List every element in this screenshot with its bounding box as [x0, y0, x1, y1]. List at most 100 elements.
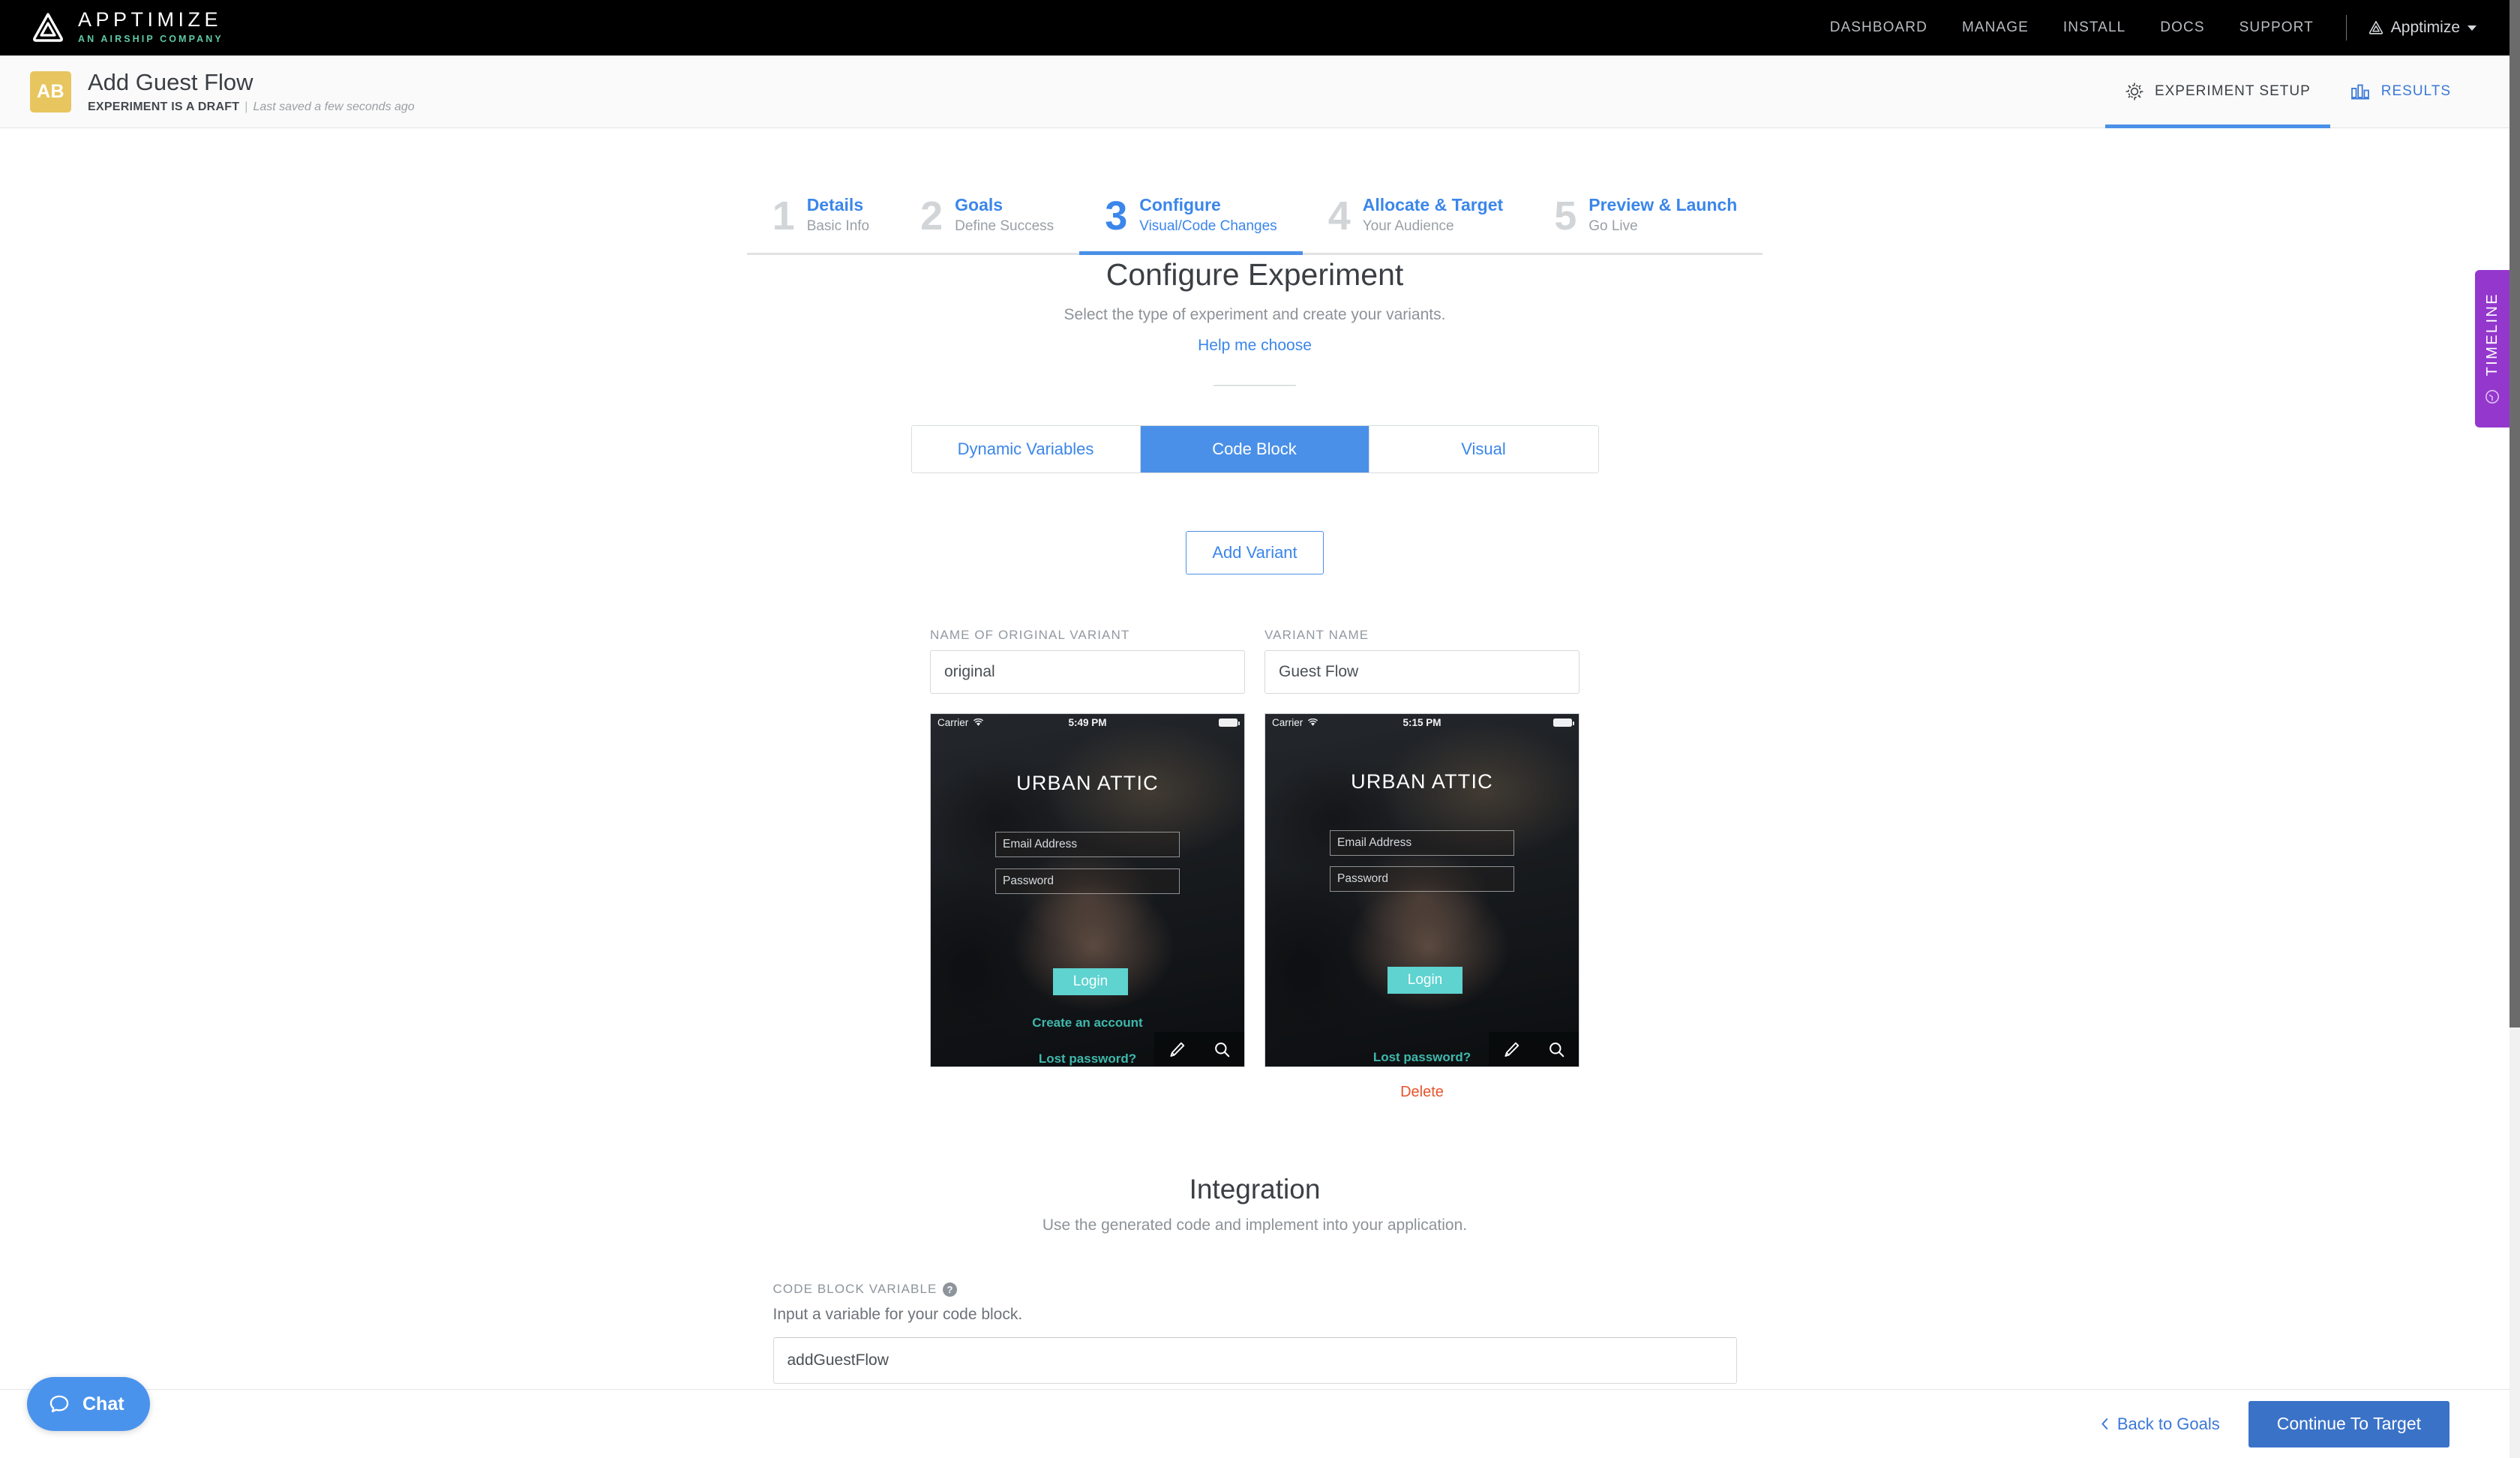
preview-tools	[1154, 1032, 1244, 1067]
integration-title: Integration	[1189, 1174, 1321, 1205]
apptimize-mark-icon	[2368, 20, 2384, 36]
app-create-account-link: Create an account	[1032, 1016, 1143, 1030]
top-nav-links: DASHBOARD MANAGE INSTALL DOCS SUPPORT Ap…	[1813, 15, 2480, 40]
step-title: Details	[806, 194, 864, 214]
gear-icon	[2125, 82, 2144, 101]
account-name: Apptimize	[2390, 19, 2460, 36]
phone-time: 5:15 PM	[1402, 716, 1442, 728]
integration-section: Integration Use the generated code and i…	[0, 1174, 2510, 1237]
last-saved-text: Last saved a few seconds ago	[253, 100, 415, 113]
step-subtitle: Define Success	[955, 218, 1054, 235]
code-block-variable-input[interactable]	[772, 1337, 1737, 1384]
step-configure[interactable]: 3 Configure Visual/Code Changes	[1079, 194, 1303, 255]
wizard-steps: 1 Details Basic Info 2 Goals Define Succ…	[746, 194, 1763, 255]
nav-support[interactable]: SUPPORT	[2240, 20, 2314, 36]
step-details[interactable]: 1 Details Basic Info	[747, 194, 895, 255]
phone-status-bar: Carrier 5:15 PM	[1265, 714, 1579, 730]
app-login-button: Login	[1053, 968, 1128, 996]
add-variant-button[interactable]: Add Variant	[1186, 531, 1324, 575]
experiment-header: AB Add Guest Flow EXPERIMENT IS A DRAFT |…	[0, 56, 2510, 128]
brand-name: APPTIMIZE	[78, 8, 223, 31]
type-code-block[interactable]: Code Block	[1140, 426, 1370, 473]
variant-field-label: VARIANT NAME	[1264, 628, 1370, 643]
brand-logo[interactable]: APPTIMIZE AN AIRSHIP COMPANY	[32, 9, 224, 46]
experiment-type-selector: Dynamic Variables Code Block Visual	[910, 425, 1599, 474]
back-to-goals-label: Back to Goals	[2116, 1414, 2220, 1433]
app-password-field: Password	[1330, 866, 1514, 892]
battery-icon	[1553, 718, 1575, 727]
chat-widget-button[interactable]: Chat	[27, 1377, 150, 1431]
variant-name-input-guest-flow[interactable]	[1264, 650, 1580, 694]
tab-results-label: RESULTS	[2380, 83, 2451, 99]
help-me-choose-link[interactable]: Help me choose	[1198, 337, 1312, 355]
step-allocate-target[interactable]: 4 Allocate & Target Your Audience	[1303, 194, 1529, 255]
chevron-left-icon	[2101, 1418, 2109, 1430]
preview-app-screen: URBAN ATTIC Email Address Password Login…	[1265, 714, 1579, 1066]
variants-section: NAME OF ORIGINAL VARIANT Carrier	[0, 628, 2510, 1101]
help-icon[interactable]: ?	[943, 1282, 958, 1297]
type-visual[interactable]: Visual	[1369, 426, 1598, 473]
variant-card-original: NAME OF ORIGINAL VARIANT Carrier	[930, 628, 1245, 1068]
code-block-description: Input a variable for your code block.	[772, 1306, 1023, 1324]
continue-to-target-button[interactable]: Continue To Target	[2248, 1400, 2450, 1448]
pencil-icon[interactable]	[1502, 1040, 1521, 1059]
type-dynamic-variables[interactable]: Dynamic Variables	[911, 426, 1141, 473]
wizard-stepper: 1 Details Basic Info 2 Goals Define Succ…	[0, 169, 2510, 255]
chat-bubble-icon	[48, 1393, 70, 1415]
step-subtitle: Visual/Code Changes	[1139, 218, 1277, 235]
clock-icon	[2484, 385, 2500, 405]
nav-manage[interactable]: MANAGE	[1962, 20, 2029, 36]
nav-docs[interactable]: DOCS	[2160, 20, 2204, 36]
page-scrollbar-track[interactable]	[2510, 0, 2520, 1458]
nav-dashboard[interactable]: DASHBOARD	[1830, 20, 1928, 36]
variant-card-guest-flow: VARIANT NAME Carrier	[1264, 628, 1580, 1101]
step-number: 2	[920, 193, 944, 238]
apptimize-logo-icon	[32, 11, 64, 44]
step-goals[interactable]: 2 Goals Define Success	[895, 194, 1079, 255]
tab-experiment-setup-label: EXPERIMENT SETUP	[2154, 83, 2311, 99]
top-navigation-bar: APPTIMIZE AN AIRSHIP COMPANY DASHBOARD M…	[0, 0, 2510, 56]
page-scrollbar-thumb[interactable]	[2510, 0, 2520, 1028]
search-icon[interactable]	[1213, 1040, 1232, 1059]
step-title: Configure	[1139, 194, 1221, 214]
step-title: Goals	[955, 194, 1004, 214]
section-divider	[1214, 385, 1296, 387]
status-divider: |	[244, 100, 248, 113]
battery-icon	[1219, 718, 1240, 727]
variants-list: NAME OF ORIGINAL VARIANT Carrier	[930, 628, 1580, 1101]
step-number: 1	[772, 193, 795, 238]
app-password-field: Password	[995, 868, 1180, 895]
chevron-down-icon	[2468, 25, 2476, 31]
back-to-goals-link[interactable]: Back to Goals	[2101, 1414, 2220, 1434]
experiment-meta: Add Guest Flow EXPERIMENT IS A DRAFT | Las…	[88, 69, 415, 114]
tab-results[interactable]: RESULTS	[2330, 56, 2470, 128]
pencil-icon[interactable]	[1168, 1040, 1186, 1059]
tab-experiment-setup[interactable]: EXPERIMENT SETUP	[2104, 56, 2330, 128]
experiment-type-badge: AB	[30, 70, 71, 112]
app-email-field: Email Address	[995, 832, 1180, 858]
step-preview-launch[interactable]: 5 Preview & Launch Go Live	[1528, 194, 1762, 255]
account-menu[interactable]: Apptimize	[2368, 19, 2476, 37]
step-subtitle: Go Live	[1588, 218, 1638, 235]
wizard-action-bar: Back to Goals Continue To Target	[0, 1389, 2510, 1458]
configure-heading-block: Configure Experiment Select the type of …	[0, 255, 2510, 387]
variant-preview-original[interactable]: Carrier 5:49 PM URBAN ATTIC Email Addres…	[930, 713, 1245, 1068]
step-number: 5	[1554, 193, 1577, 238]
nav-install[interactable]: INSTALL	[2063, 20, 2126, 36]
app-brand-title: URBAN ATTIC	[1351, 770, 1493, 794]
integration-subtitle: Use the generated code and implement int…	[1042, 1216, 1468, 1234]
delete-variant-link[interactable]: Delete	[1264, 1084, 1580, 1101]
variant-field-label: NAME OF ORIGINAL VARIANT	[930, 628, 1130, 643]
variant-name-input-original[interactable]	[930, 650, 1245, 694]
timeline-tab[interactable]: TIMELINE	[2475, 270, 2510, 428]
search-icon[interactable]	[1547, 1040, 1566, 1059]
step-subtitle: Basic Info	[806, 218, 870, 235]
app-login-button: Login	[1388, 967, 1462, 994]
main-content: Configure Experiment Select the type of …	[0, 255, 2510, 1384]
experiment-status-line: EXPERIMENT IS A DRAFT | Last saved a few s…	[88, 100, 415, 114]
brand-tagline: AN AIRSHIP COMPANY	[78, 34, 224, 45]
status-badge: EXPERIMENT IS A DRAFT	[88, 100, 240, 113]
timeline-tab-label: TIMELINE	[2483, 292, 2500, 376]
step-number: 3	[1105, 193, 1128, 238]
variant-preview-guest-flow[interactable]: Carrier 5:15 PM URBAN ATTIC Email Addres…	[1264, 713, 1580, 1068]
